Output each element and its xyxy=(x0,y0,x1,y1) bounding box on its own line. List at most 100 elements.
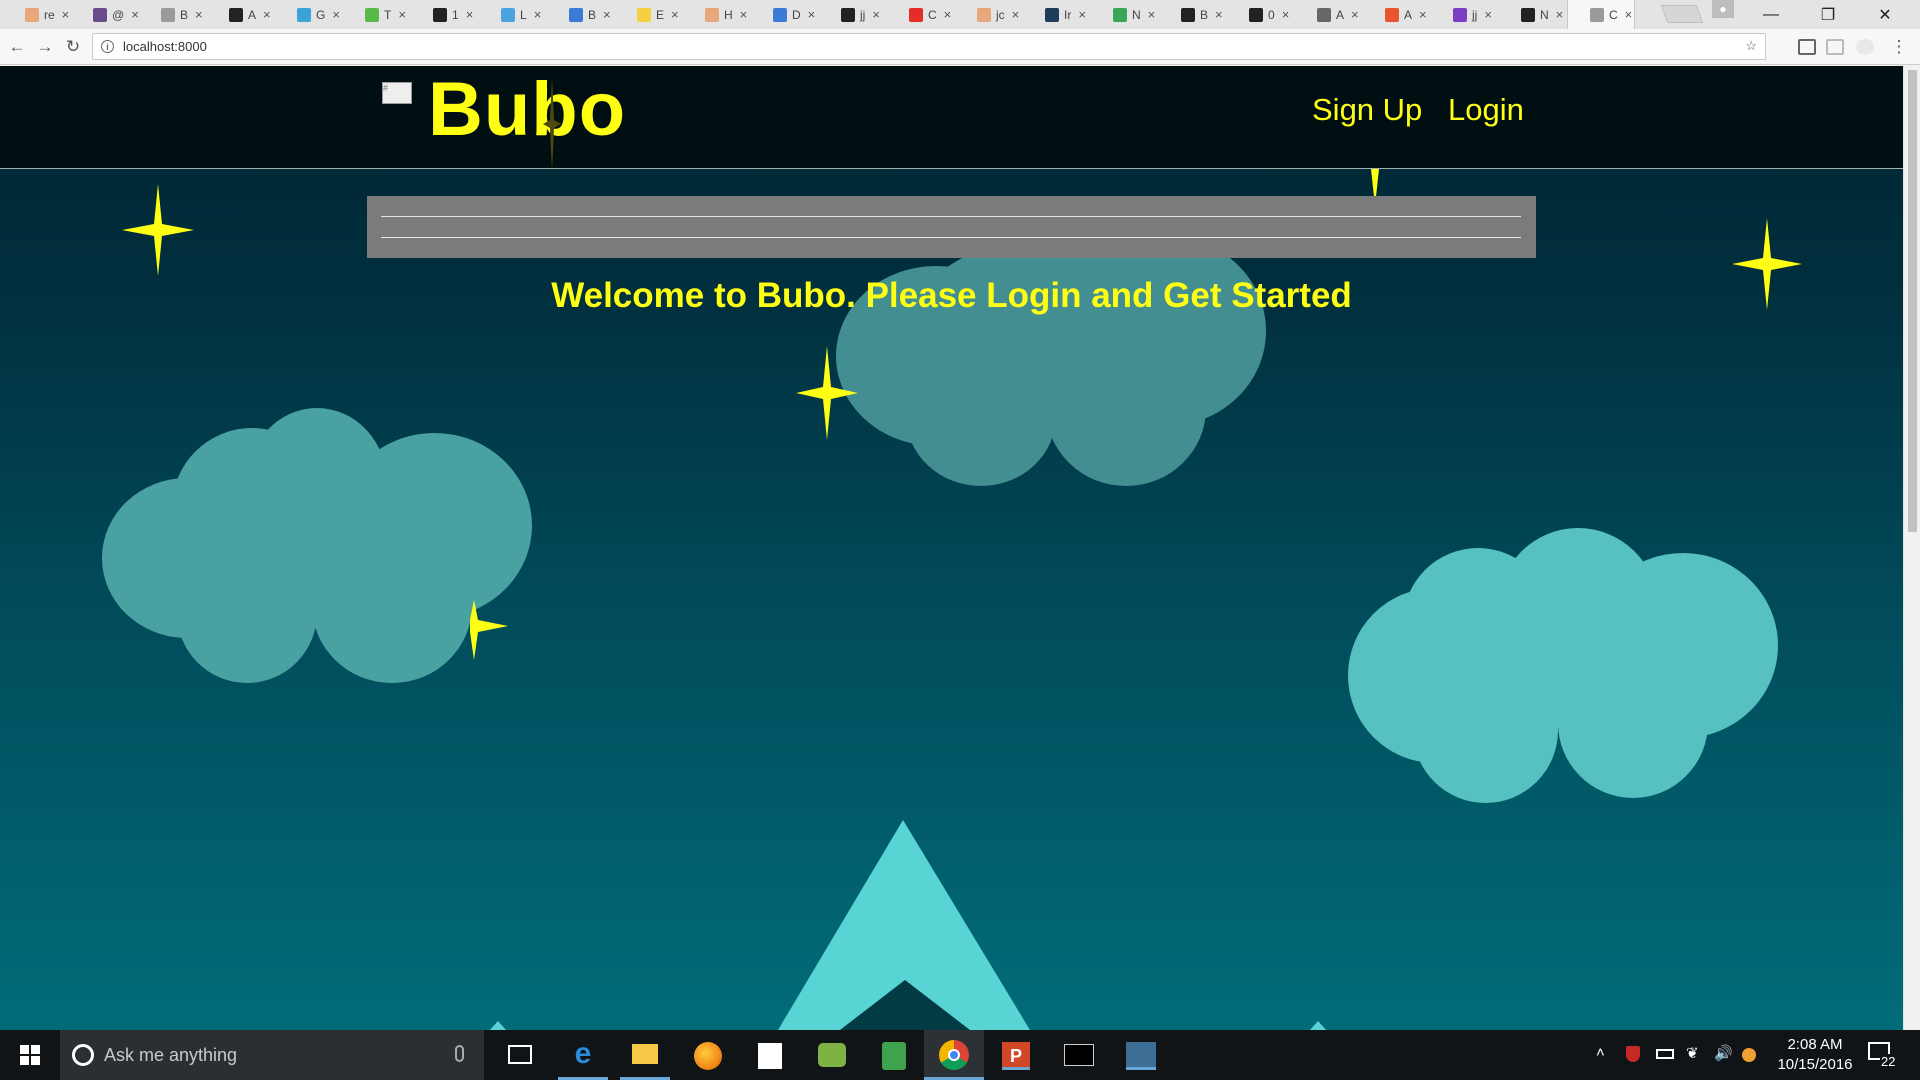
browser-tab[interactable]: B × xyxy=(1159,0,1227,29)
tab-close-icon[interactable]: × xyxy=(1351,7,1359,22)
wifi-icon[interactable]: ❦ xyxy=(1686,1044,1699,1062)
tab-close-icon[interactable]: × xyxy=(332,7,340,22)
browser-tab[interactable]: jj × xyxy=(819,0,887,29)
tab-close-icon[interactable]: × xyxy=(466,7,474,22)
tab-favicon-icon xyxy=(1453,7,1467,22)
browser-tab[interactable]: 0 × xyxy=(1227,0,1295,29)
tab-close-icon[interactable]: × xyxy=(1078,7,1086,22)
clock[interactable]: 2:08 AM 10/15/2016 xyxy=(1768,1035,1862,1077)
extension-icon[interactable] xyxy=(1798,39,1816,55)
tab-favicon-icon xyxy=(25,7,39,22)
browser-tab[interactable]: B × xyxy=(139,0,207,29)
browser-tab[interactable]: D × xyxy=(751,0,819,29)
restore-icon[interactable]: ❐ xyxy=(1805,0,1851,29)
tab-close-icon[interactable]: × xyxy=(398,7,406,22)
new-tab-button[interactable] xyxy=(1660,5,1704,23)
back-icon[interactable]: ← xyxy=(6,36,28,58)
tab-close-icon[interactable]: × xyxy=(195,7,203,22)
powerpoint-icon[interactable]: P xyxy=(1002,1042,1030,1070)
browser-tab[interactable]: N × xyxy=(1499,0,1567,29)
file-explorer-icon[interactable] xyxy=(620,1030,670,1080)
browser-tab[interactable]: H × xyxy=(683,0,751,29)
tab-favicon-icon xyxy=(841,7,855,22)
tab-close-icon[interactable]: × xyxy=(944,7,952,22)
browser-tab[interactable]: B × xyxy=(547,0,615,29)
page-scrollbar[interactable] xyxy=(1903,66,1920,1030)
browser-tab[interactable]: C × xyxy=(887,0,955,29)
app-icon[interactable] xyxy=(818,1043,846,1067)
mysql-workbench-icon[interactable] xyxy=(1126,1042,1156,1070)
browser-tab[interactable]: N × xyxy=(1091,0,1159,29)
site-brand[interactable]: Bubo xyxy=(428,66,626,153)
tab-close-icon[interactable]: × xyxy=(534,7,542,22)
tab-close-icon[interactable]: × xyxy=(872,7,880,22)
clock-date: 10/15/2016 xyxy=(1777,1056,1853,1073)
chrome-icon[interactable] xyxy=(924,1030,984,1080)
scrollbar-thumb[interactable] xyxy=(1908,70,1917,532)
extension-icon[interactable] xyxy=(1826,39,1844,55)
forward-icon[interactable]: → xyxy=(34,36,56,58)
close-window-icon[interactable]: ✕ xyxy=(1862,0,1908,29)
tab-close-icon[interactable]: × xyxy=(1215,7,1223,22)
browser-tab[interactable]: @ × xyxy=(71,0,139,29)
firefox-icon[interactable] xyxy=(694,1042,722,1070)
edge-icon[interactable]: e xyxy=(558,1030,608,1080)
task-view-icon[interactable] xyxy=(508,1045,532,1064)
search-form[interactable] xyxy=(367,196,1536,258)
mountain-small-left xyxy=(490,1021,506,1030)
store-icon[interactable] xyxy=(758,1043,782,1069)
browser-tab[interactable]: Ir × xyxy=(1023,0,1091,29)
terminal-icon[interactable] xyxy=(1064,1044,1094,1066)
mountain-small-right xyxy=(1310,1021,1326,1030)
tab-close-icon[interactable]: × xyxy=(740,7,748,22)
weather-icon[interactable] xyxy=(1742,1048,1756,1062)
tab-close-icon[interactable]: × xyxy=(1148,7,1156,22)
address-bar[interactable]: i localhost:8000 ☆ xyxy=(92,33,1766,60)
tab-close-icon[interactable]: × xyxy=(808,7,816,22)
shield-icon[interactable] xyxy=(1626,1046,1640,1062)
tab-close-icon[interactable]: × xyxy=(1625,7,1633,22)
person-icon[interactable]: ● xyxy=(1712,0,1734,18)
notes-icon[interactable] xyxy=(882,1042,906,1070)
info-icon[interactable]: i xyxy=(101,40,114,53)
tab-favicon-icon xyxy=(93,7,107,22)
tab-close-icon[interactable]: × xyxy=(1012,7,1020,22)
nav-login[interactable]: Login xyxy=(1448,92,1524,128)
tab-close-icon[interactable]: × xyxy=(671,7,679,22)
reload-icon[interactable]: ↻ xyxy=(62,36,84,58)
bookmark-star-icon[interactable]: ☆ xyxy=(1745,38,1757,54)
chevron-up-icon[interactable]: ˄ xyxy=(1596,1044,1605,1061)
menu-icon[interactable]: ⋮ xyxy=(1888,36,1910,58)
tab-title: jj xyxy=(1472,7,1478,22)
browser-tab[interactable]: C × xyxy=(1567,0,1635,29)
browser-tab[interactable]: A × xyxy=(207,0,275,29)
extension-icon[interactable] xyxy=(1856,39,1874,55)
browser-tab[interactable]: A × xyxy=(1363,0,1431,29)
browser-tab[interactable]: jc × xyxy=(955,0,1023,29)
browser-tab[interactable]: E × xyxy=(615,0,683,29)
tab-close-icon[interactable]: × xyxy=(1282,7,1290,22)
cortana-search-box[interactable]: Ask me anything xyxy=(60,1030,484,1080)
notifications-icon[interactable]: 22 xyxy=(1866,1040,1897,1069)
nav-sign-up[interactable]: Sign Up xyxy=(1312,92,1422,128)
tab-close-icon[interactable]: × xyxy=(62,7,70,22)
browser-tab[interactable]: 1 × xyxy=(411,0,479,29)
tab-close-icon[interactable]: × xyxy=(1556,7,1564,22)
tab-close-icon[interactable]: × xyxy=(603,7,611,22)
browser-tab[interactable]: jj × xyxy=(1431,0,1499,29)
browser-tab[interactable]: G × xyxy=(275,0,343,29)
browser-tab[interactable]: T × xyxy=(343,0,411,29)
windows-start-icon[interactable] xyxy=(0,1030,60,1080)
tab-close-icon[interactable]: × xyxy=(131,7,139,22)
tab-close-icon[interactable]: × xyxy=(1484,7,1492,22)
volume-icon[interactable]: 🔊 xyxy=(1714,1044,1733,1062)
browser-tab[interactable]: re × xyxy=(3,0,71,29)
browser-tab[interactable]: A × xyxy=(1295,0,1363,29)
browser-tab[interactable]: L × xyxy=(479,0,547,29)
minimize-icon[interactable]: — xyxy=(1748,0,1794,29)
microphone-icon[interactable] xyxy=(455,1045,464,1062)
tab-close-icon[interactable]: × xyxy=(1419,7,1427,22)
battery-icon[interactable] xyxy=(1656,1049,1674,1059)
tab-close-icon[interactable]: × xyxy=(263,7,271,22)
tab-title: B xyxy=(1200,7,1209,22)
